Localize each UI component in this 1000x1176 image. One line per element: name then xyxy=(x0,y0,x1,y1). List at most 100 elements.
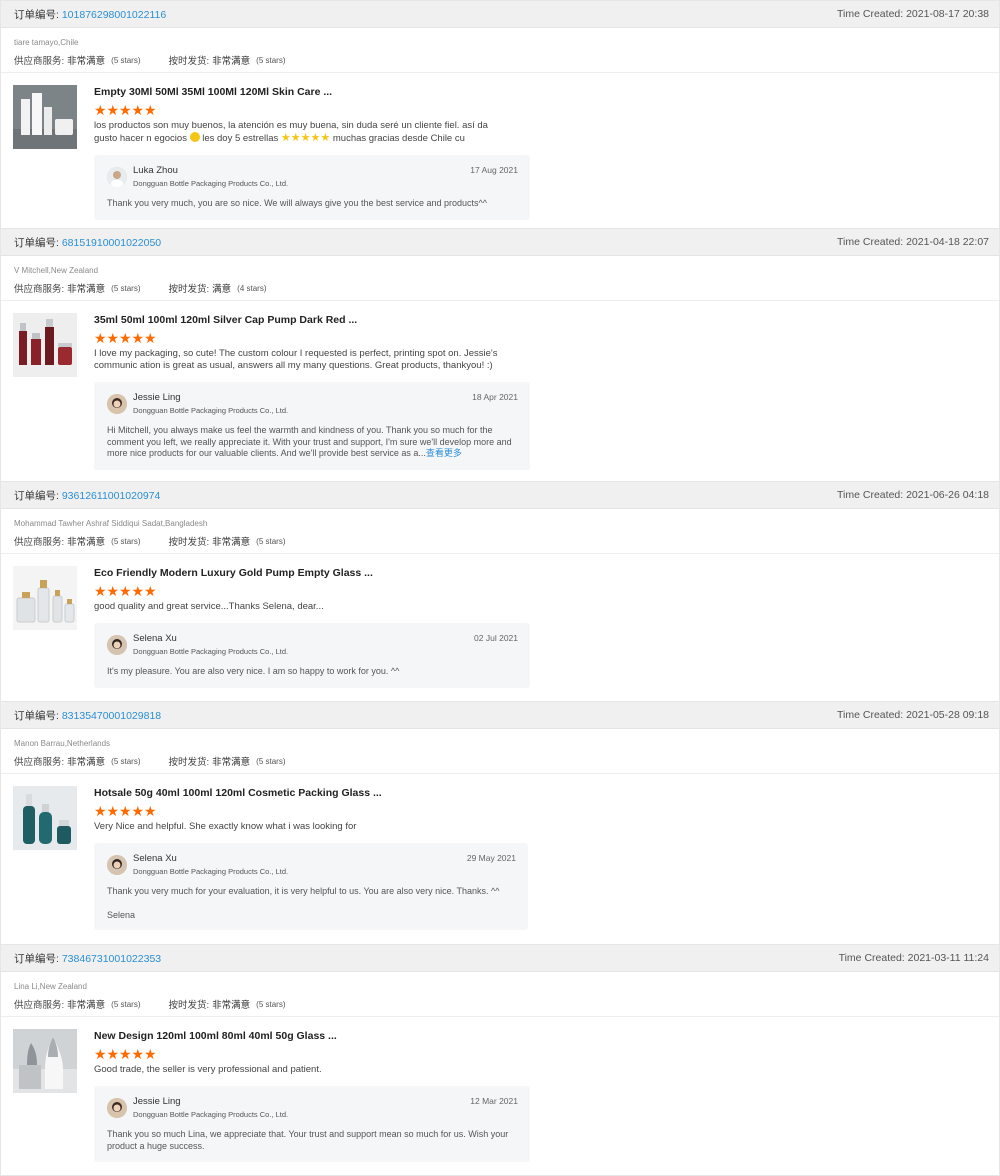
product-title[interactable]: 35ml 50ml 100ml 120ml Silver Cap Pump Da… xyxy=(94,313,999,327)
order-number-link[interactable]: 68151910001022050 xyxy=(62,237,161,249)
supplier-reply: Jessie Ling Dongguan Bottle Packaging Pr… xyxy=(94,382,530,470)
avatar xyxy=(107,167,127,187)
product-title[interactable]: Eco Friendly Modern Luxury Gold Pump Emp… xyxy=(94,566,999,580)
on-time-shipping-label: 按时发货: xyxy=(168,56,210,67)
replier-name: Luka Zhou xyxy=(133,165,178,176)
on-time-shipping-value: 非常满意 xyxy=(212,757,251,768)
reply-text: It's my pleasure. You are also very nice… xyxy=(107,666,400,676)
review-content: Eco Friendly Modern Luxury Gold Pump Emp… xyxy=(94,566,999,688)
on-time-shipping-stars: (5 stars) xyxy=(256,999,286,1009)
avatar xyxy=(107,855,127,875)
avatar xyxy=(107,635,127,655)
review-card: 订单编号: 101876298001022116 Time Created: 2… xyxy=(0,0,1000,229)
smile-emoji-icon xyxy=(189,132,200,142)
on-time-shipping-value: 非常满意 xyxy=(212,1000,251,1011)
review-body: 35ml 50ml 100ml 120ml Silver Cap Pump Da… xyxy=(1,301,999,470)
time-created: Time Created: 2021-03-11 11:24 xyxy=(839,952,989,964)
time-created: Time Created: 2021-06-26 04:18 xyxy=(837,489,989,501)
review-card: 订单编号: 68151910001022050 Time Created: 20… xyxy=(0,229,1000,482)
product-rating-stars: ★ ★ ★ ★ ★ xyxy=(94,1046,999,1062)
on-time-shipping-stars: (5 stars) xyxy=(256,536,286,546)
star-icon: ★ xyxy=(94,102,107,118)
order-bar: 订单编号: 101876298001022116 Time Created: 2… xyxy=(1,1,999,28)
product-image[interactable] xyxy=(13,85,77,149)
star-icon: ★ xyxy=(106,1046,120,1062)
star-icon: ★ xyxy=(131,583,145,599)
order-info: 订单编号: 68151910001022050 xyxy=(14,235,161,250)
product-title[interactable]: Hotsale 50g 40ml 100ml 120ml Cosmetic Pa… xyxy=(94,786,999,800)
time-created: Time Created: 2021-05-28 09:18 xyxy=(837,709,989,721)
replier-info: Jessie Ling Dongguan Bottle Packaging Pr… xyxy=(133,392,288,416)
product-rating-stars: ★ ★ ★ ★ ★ xyxy=(94,330,999,346)
replier-name: Jessie Ling xyxy=(133,1096,181,1107)
time-label: Time Created: xyxy=(838,952,905,964)
replier-info: Selena Xu Dongguan Bottle Packaging Prod… xyxy=(133,633,288,657)
buyer-name: Lina Li,New Zealand xyxy=(14,982,87,991)
star-icon: ★ xyxy=(131,102,145,118)
product-rating-stars: ★ ★ ★ ★ ★ xyxy=(94,583,999,599)
star-icon: ★ xyxy=(144,583,157,599)
review-content: Empty 30Ml 50Ml 35Ml 100Ml 120Ml Skin Ca… xyxy=(94,85,999,220)
star-icon: ★ xyxy=(119,330,132,346)
product-title[interactable]: Empty 30Ml 50Ml 35Ml 100Ml 120Ml Skin Ca… xyxy=(94,85,999,99)
product-title[interactable]: New Design 120ml 100ml 80ml 40ml 50g Gla… xyxy=(94,1029,999,1043)
order-number-link[interactable]: 73846731001022353 xyxy=(62,953,161,965)
star-icon: ★ xyxy=(106,583,120,599)
replier-company: Dongguan Bottle Packaging Products Co., … xyxy=(133,179,289,188)
product-image[interactable] xyxy=(13,1029,77,1093)
buyer-name: V Mitchell,New Zealand xyxy=(14,266,99,275)
supplier-service-value: 非常满意 xyxy=(67,56,106,67)
replier-info: Jessie Ling Dongguan Bottle Packaging Pr… xyxy=(133,1096,288,1120)
product-image[interactable] xyxy=(13,566,77,630)
on-time-shipping-label: 按时发货: xyxy=(168,284,210,295)
review-content: 35ml 50ml 100ml 120ml Silver Cap Pump Da… xyxy=(94,313,999,470)
star-icon: ★ xyxy=(94,1046,107,1062)
view-more-link[interactable]: 查看更多 xyxy=(426,448,462,458)
supplier-service-label: 供应商服务: xyxy=(14,284,65,295)
supplier-service-stars: (5 stars) xyxy=(111,536,141,546)
buyer-block: Manon Barrau,Netherlands 供应商服务: 非常满意 (5 … xyxy=(1,729,999,774)
order-number-link[interactable]: 101876298001022116 xyxy=(62,9,166,21)
time-value: 2021-05-28 09:18 xyxy=(906,709,989,721)
on-time-shipping-value: 满意 xyxy=(212,284,232,295)
star-icon: ★ xyxy=(94,330,107,346)
ratings-row: 供应商服务: 非常满意 (5 stars) 按时发货: 非常满意 (5 star… xyxy=(14,997,986,1012)
reply-text: Thank you very much, you are so nice. We… xyxy=(107,198,487,208)
time-created: Time Created: 2021-08-17 20:38 xyxy=(837,8,989,20)
order-info: 订单编号: 83135470001029818 xyxy=(14,708,161,723)
on-time-shipping-stars: (4 stars) xyxy=(237,283,267,293)
avatar xyxy=(107,1098,127,1118)
buyer-name: Manon Barrau,Netherlands xyxy=(14,739,111,748)
supplier-reply: Luka Zhou Dongguan Bottle Packaging Prod… xyxy=(94,155,530,220)
product-image[interactable] xyxy=(13,786,77,850)
reply-header: Selena Xu Dongguan Bottle Packaging Prod… xyxy=(107,853,516,877)
time-value: 2021-04-18 22:07 xyxy=(906,236,989,248)
order-info: 订单编号: 73846731001022353 xyxy=(14,951,161,966)
star-icon: ★ xyxy=(131,330,145,346)
reply-header: Jessie Ling Dongguan Bottle Packaging Pr… xyxy=(107,1096,518,1120)
supplier-service-rating: 供应商服务: 非常满意 (5 stars) xyxy=(14,281,141,296)
order-bar: 订单编号: 73846731001022353 Time Created: 20… xyxy=(1,945,999,972)
review-text: los productos son muy buenos, la atenció… xyxy=(94,120,509,145)
star-icon: ★ xyxy=(131,1046,145,1062)
supplier-service-value: 非常满意 xyxy=(67,1000,106,1011)
product-image[interactable] xyxy=(13,313,77,377)
time-label: Time Created: xyxy=(837,489,904,501)
reply-text: Thank you very much for your evaluation,… xyxy=(107,886,500,896)
order-number-link[interactable]: 93612611001020974 xyxy=(62,490,161,502)
star-icon: ★ xyxy=(119,1046,132,1062)
supplier-service-stars: (5 stars) xyxy=(111,756,141,766)
on-time-shipping-rating: 按时发货: 非常满意 (5 stars) xyxy=(168,53,286,68)
supplier-service-label: 供应商服务: xyxy=(14,1000,65,1011)
on-time-shipping-stars: (5 stars) xyxy=(256,756,286,766)
supplier-service-value: 非常满意 xyxy=(67,537,106,548)
reply-header: Selena Xu Dongguan Bottle Packaging Prod… xyxy=(107,633,518,657)
ratings-row: 供应商服务: 非常满意 (5 stars) 按时发货: 非常满意 (5 star… xyxy=(14,53,986,68)
reply-date: 29 May 2021 xyxy=(466,853,516,863)
order-number-link[interactable]: 83135470001029818 xyxy=(62,710,161,722)
star-icon: ★ xyxy=(106,330,120,346)
review-text-part: les doy 5 estrellas xyxy=(202,133,279,144)
star-icon: ★ xyxy=(94,803,107,819)
supplier-service-stars: (5 stars) xyxy=(111,999,141,1009)
on-time-shipping-rating: 按时发货: 非常满意 (5 stars) xyxy=(169,534,286,549)
